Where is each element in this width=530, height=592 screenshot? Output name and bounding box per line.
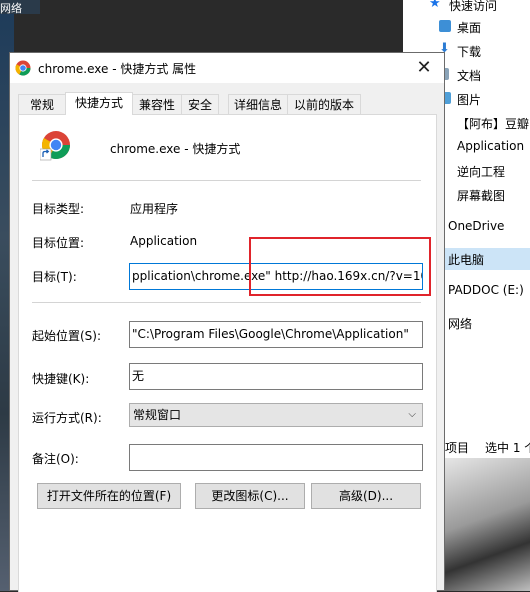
desktop-folder-icon: [439, 20, 451, 32]
star-icon: ★: [429, 0, 441, 11]
chevron-down-icon: ⌵: [408, 409, 416, 420]
close-icon: ✕: [416, 57, 432, 78]
comment-label: 备注(O):: [32, 452, 79, 466]
shortcut-key-input[interactable]: 无: [129, 363, 423, 390]
start-in-input[interactable]: "C:\Program Files\Google\Chrome\Applicat…: [129, 321, 423, 348]
shortcut-name: chrome.exe - 快捷方式: [110, 142, 241, 156]
tab-compatibility[interactable]: 兼容性: [132, 94, 182, 114]
target-location-label: 目标位置:: [32, 236, 85, 250]
target-input[interactable]: pplication\chrome.exe" http://hao.169x.c…: [129, 263, 423, 290]
run-mode-value: 常规窗口: [133, 408, 182, 422]
change-icon-button[interactable]: 更改图标(C)...: [195, 483, 305, 509]
tab-security[interactable]: 安全: [181, 94, 219, 114]
comment-input[interactable]: [129, 444, 423, 471]
tab-previous-versions[interactable]: 以前的版本: [287, 94, 361, 114]
chrome-icon: [15, 60, 31, 76]
run-mode-select[interactable]: 常规窗口 ⌵: [129, 403, 423, 427]
nav-item-desktop[interactable]: 桌面: [403, 16, 530, 38]
divider: [32, 180, 421, 181]
open-file-location-button[interactable]: 打开文件所在的位置(F): [37, 483, 181, 509]
background-image: [445, 458, 530, 591]
close-button[interactable]: ✕: [404, 53, 444, 83]
desktop-network-label[interactable]: 网络: [0, 0, 40, 15]
shortcut-tab-panel: [18, 114, 437, 592]
target-label: 目标(T):: [32, 270, 77, 284]
tab-shortcut[interactable]: 快捷方式: [65, 92, 133, 115]
properties-dialog: chrome.exe - 快捷方式 属性 ✕ 常规 快捷方式 兼容性 安全 详细…: [9, 52, 445, 592]
tab-strip: 常规 快捷方式 兼容性 安全 详细信息 以前的版本: [18, 92, 438, 115]
nav-item-quick-access[interactable]: ★ 快速访问: [403, 0, 530, 16]
target-type-value: 应用程序: [130, 202, 179, 216]
advanced-button[interactable]: 高级(D)...: [311, 483, 421, 509]
shortcut-key-label: 快捷键(K):: [32, 372, 90, 386]
target-location-value: Application: [130, 234, 198, 248]
start-in-label: 起始位置(S):: [32, 329, 102, 343]
title-bar[interactable]: chrome.exe - 快捷方式 属性 ✕: [10, 53, 444, 83]
run-mode-label: 运行方式(R):: [32, 411, 102, 425]
dialog-title: chrome.exe - 快捷方式 属性: [38, 62, 197, 76]
tab-details[interactable]: 详细信息: [228, 94, 288, 114]
divider: [32, 302, 421, 303]
tab-general[interactable]: 常规: [18, 94, 66, 114]
chrome-shortcut-icon: [40, 131, 70, 161]
target-type-label: 目标类型:: [32, 202, 85, 216]
